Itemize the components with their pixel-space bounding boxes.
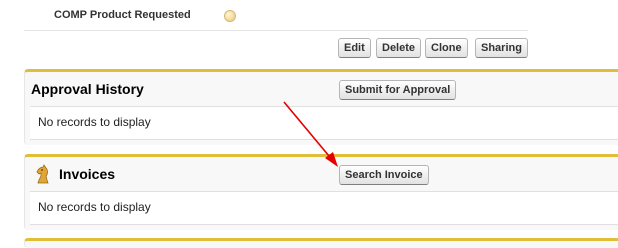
- comp-product-requested-label: COMP Product Requested: [54, 9, 191, 21]
- delete-button[interactable]: Delete: [376, 38, 422, 58]
- submit-for-approval-button[interactable]: Submit for Approval: [339, 80, 457, 100]
- search-invoice-button[interactable]: Search Invoice: [339, 165, 429, 185]
- approval-history-title: Approval History: [31, 81, 144, 97]
- invoices-empty-text: No records to display: [38, 200, 151, 214]
- invoices-title: Invoices: [59, 166, 116, 182]
- invoices-section: Invoices Search Invoice No records to di…: [24, 154, 618, 230]
- invoices-header: Invoices Search Invoice: [25, 157, 618, 191]
- edit-button[interactable]: Edit: [338, 38, 371, 58]
- chess-knight-icon: [36, 164, 49, 184]
- approval-history-empty-text: No records to display: [38, 115, 151, 129]
- approval-history-body: No records to display: [30, 106, 618, 140]
- approval-history-header: Approval History Submit for Approval: [25, 72, 618, 106]
- clone-button[interactable]: Clone: [425, 38, 468, 58]
- field-row-comp-product: COMP Product Requested: [24, 0, 528, 31]
- invoices-body: No records to display: [30, 191, 618, 225]
- approval-history-section: Approval History Submit for Approval No …: [24, 69, 618, 145]
- help-icon[interactable]: [224, 10, 236, 22]
- next-section: [24, 238, 618, 248]
- sharing-button[interactable]: Sharing: [475, 38, 528, 58]
